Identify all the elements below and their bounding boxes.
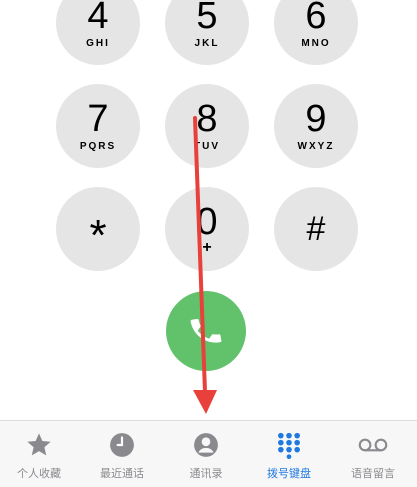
key-letters: PQRS <box>79 140 117 152</box>
clock-icon <box>107 431 137 459</box>
key-5[interactable]: 5 JKL <box>165 0 249 65</box>
key-digit: 9 <box>305 97 327 140</box>
key-hash[interactable]: # <box>274 187 358 271</box>
phone-icon <box>190 318 222 343</box>
key-letters: MNO <box>301 37 331 49</box>
tab-recents[interactable]: 最近通话 <box>87 431 157 487</box>
key-digit: 4 <box>87 0 109 37</box>
key-letters: TUV <box>194 140 220 152</box>
key-7[interactable]: 7 PQRS <box>56 84 140 168</box>
key-letters: GHI <box>86 37 110 49</box>
tab-favorites[interactable]: 个人收藏 <box>4 431 74 487</box>
tab-label: 拨号键盘 <box>267 467 311 480</box>
key-digit: 8 <box>196 97 218 140</box>
tab-label: 语音留言 <box>351 467 395 480</box>
tab-label: 个人收藏 <box>17 467 61 480</box>
tab-keypad[interactable]: 拨号键盘 <box>254 431 324 487</box>
key-letters: WXYZ <box>297 140 335 152</box>
key-9[interactable]: 9 WXYZ <box>274 84 358 168</box>
key-digit: * <box>89 211 107 260</box>
star-icon <box>24 431 54 459</box>
key-digit: # <box>306 210 326 248</box>
key-0[interactable]: 0 + <box>165 187 249 271</box>
tab-bar: 个人收藏 最近通话 通讯录 拨号键盘 语音留言 <box>0 420 417 487</box>
key-digit: 5 <box>196 0 218 37</box>
key-digit: 6 <box>305 0 327 37</box>
key-star[interactable]: * <box>56 187 140 271</box>
key-digit: 0 <box>196 201 218 243</box>
tab-voicemail[interactable]: 语音留言 <box>338 431 408 487</box>
key-digit: 7 <box>87 97 109 140</box>
key-8[interactable]: 8 TUV <box>165 84 249 168</box>
tab-contacts[interactable]: 通讯录 <box>171 431 241 487</box>
key-letters: + <box>202 239 212 256</box>
call-button[interactable] <box>166 291 246 371</box>
key-4[interactable]: 4 GHI <box>56 0 140 65</box>
tab-label: 最近通话 <box>100 467 144 480</box>
key-6[interactable]: 6 MNO <box>274 0 358 65</box>
key-letters: JKL <box>194 37 220 49</box>
keypad-icon <box>274 431 304 459</box>
tab-label: 通讯录 <box>189 467 223 480</box>
voicemail-icon <box>358 431 388 459</box>
contact-icon <box>191 431 221 459</box>
